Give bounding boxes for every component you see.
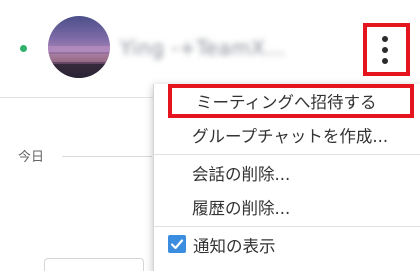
chat-window: Ying -+TeamX... 今日 ミーティングへ招待する グループチャットを…	[0, 0, 420, 271]
menu-item-show-notifications[interactable]: 通知の表示	[154, 228, 420, 262]
message-bubble	[44, 258, 144, 271]
presence-status-dot	[20, 45, 27, 52]
avatar[interactable]	[48, 16, 110, 78]
menu-item-label: ミーティングへ招待する	[196, 93, 377, 112]
menu-item-label: 会話の削除...	[192, 165, 291, 184]
menu-item-delete-conversation[interactable]: 会話の削除...	[154, 156, 420, 190]
menu-item-label: 通知の表示	[193, 237, 276, 256]
contact-name: Ying -+TeamX...	[120, 36, 286, 60]
menu-separator	[154, 226, 420, 227]
more-options-button[interactable]	[363, 23, 410, 76]
menu-item-create-group-chat[interactable]: グループチャットを作成...	[154, 118, 420, 152]
more-options-menu: ミーティングへ招待する グループチャットを作成... 会話の削除... 履歴の削…	[153, 84, 420, 271]
vertical-ellipsis-icon	[380, 36, 390, 66]
date-divider-label: 今日	[18, 150, 45, 165]
date-divider-line	[62, 156, 152, 157]
menu-item-invite-to-meeting[interactable]: ミーティングへ招待する	[154, 84, 420, 118]
checkbox-checked-icon[interactable]	[168, 235, 186, 253]
menu-separator	[154, 154, 420, 155]
menu-item-delete-history[interactable]: 履歴の削除...	[154, 190, 420, 224]
menu-item-label: 履歴の削除...	[192, 199, 291, 218]
menu-item-label: グループチャットを作成...	[192, 127, 389, 146]
